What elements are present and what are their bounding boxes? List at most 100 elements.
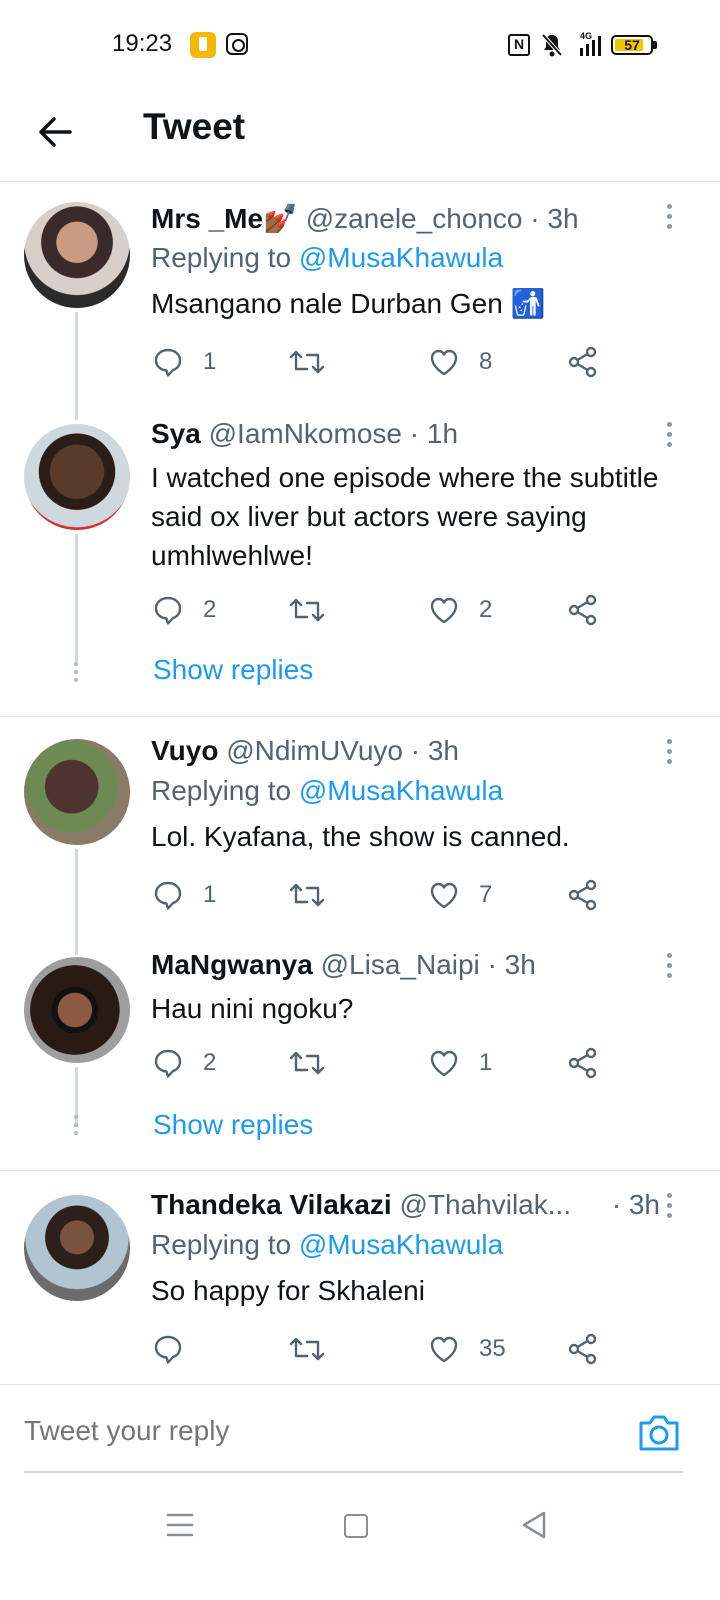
user-name[interactable]: Mrs _Me💅🏾 bbox=[151, 203, 298, 234]
tweet-time: · 3h bbox=[487, 949, 536, 980]
retweet-button[interactable] bbox=[288, 1043, 344, 1083]
like-button[interactable]: 8 bbox=[427, 342, 492, 382]
reply-composer bbox=[0, 1384, 720, 1474]
reply-button[interactable]: 2 bbox=[151, 1043, 216, 1083]
replying-to-mention[interactable]: @MusaKhawula bbox=[299, 775, 503, 806]
retweet-button[interactable] bbox=[288, 875, 344, 915]
share-icon bbox=[568, 594, 597, 626]
more-options-icon[interactable] bbox=[662, 422, 676, 452]
tweet-actions: 2 2 bbox=[151, 590, 611, 630]
avatar[interactable] bbox=[24, 202, 130, 308]
camera-icon[interactable] bbox=[637, 1413, 681, 1453]
like-button[interactable]: 2 bbox=[427, 590, 492, 630]
share-icon bbox=[568, 1047, 597, 1079]
nav-back-triangle-icon[interactable] bbox=[520, 1510, 548, 1540]
retweet-button[interactable] bbox=[288, 590, 344, 630]
tweet-text: So happy for Skhaleni bbox=[151, 1275, 425, 1306]
tweet-text: Lol. Kyafana, the show is canned. bbox=[151, 821, 570, 852]
more-options-icon[interactable] bbox=[662, 204, 676, 234]
tweet-text: I watched one episode where the subtitle… bbox=[151, 462, 659, 571]
reply-button[interactable] bbox=[151, 1329, 203, 1369]
heart-icon bbox=[430, 1336, 458, 1363]
user-handle[interactable]: @Lisa_Naipi bbox=[321, 949, 480, 980]
replying-to: Replying to @MusaKhawula bbox=[151, 1229, 690, 1271]
tweet-text: Hau nini ngoku? bbox=[151, 993, 354, 1024]
tweet-header: Vuyo @NdimUVuyo · 3h bbox=[151, 735, 690, 775]
share-button[interactable] bbox=[566, 875, 600, 915]
more-options-icon[interactable] bbox=[662, 1193, 676, 1223]
network-type: 4G bbox=[580, 31, 592, 41]
like-count: 35 bbox=[479, 1335, 506, 1362]
comment-icon bbox=[154, 1335, 182, 1364]
heart-icon bbox=[430, 597, 458, 624]
menu-icon[interactable] bbox=[166, 1512, 194, 1538]
share-button[interactable] bbox=[566, 1043, 600, 1083]
share-button[interactable] bbox=[566, 590, 600, 630]
show-replies-link[interactable]: Show replies bbox=[153, 1109, 313, 1141]
battery-tip bbox=[653, 41, 657, 49]
battery-icon: 57 bbox=[611, 35, 653, 55]
reply-input[interactable] bbox=[24, 1409, 584, 1453]
like-button[interactable]: 35 bbox=[427, 1329, 506, 1369]
flashlight-notification-icon bbox=[190, 32, 216, 58]
tweet[interactable]: Thandeka Vilakazi @Thahvilak... · 3h Rep… bbox=[0, 1171, 720, 1383]
instagram-notification-icon bbox=[226, 33, 248, 55]
comment-icon bbox=[154, 596, 182, 625]
user-name[interactable]: Thandeka Vilakazi bbox=[151, 1189, 392, 1220]
user-handle[interactable]: @NdimUVuyo bbox=[226, 735, 403, 766]
show-replies-link[interactable]: Show replies bbox=[153, 654, 313, 686]
like-button[interactable]: 1 bbox=[427, 1043, 492, 1083]
comment-icon bbox=[154, 348, 182, 377]
nfc-icon: N bbox=[508, 34, 530, 56]
avatar[interactable] bbox=[24, 739, 130, 845]
tweet-content: MaNgwanya @Lisa_Naipi · 3h Hau nini ngok… bbox=[151, 949, 690, 1028]
share-button[interactable] bbox=[566, 342, 600, 382]
app-header: Tweet bbox=[0, 92, 720, 182]
tweet-text: Msangano nale Durban Gen 🚮 bbox=[151, 288, 546, 319]
avatar[interactable] bbox=[24, 1195, 130, 1301]
like-button[interactable]: 7 bbox=[427, 875, 492, 915]
replying-to: Replying to @MusaKhawula bbox=[151, 242, 690, 284]
reply-count: 1 bbox=[203, 881, 217, 908]
replying-to: Replying to @MusaKhawula bbox=[151, 775, 690, 817]
like-count: 8 bbox=[479, 348, 493, 375]
user-handle[interactable]: @zanele_chonco bbox=[306, 203, 523, 234]
retweet-icon bbox=[289, 1051, 325, 1075]
home-square-icon[interactable] bbox=[344, 1514, 368, 1538]
replying-to-mention[interactable]: @MusaKhawula bbox=[299, 242, 503, 273]
tweet[interactable]: Mrs _Me💅🏾 @zanele_chonco · 3h Replying t… bbox=[0, 182, 720, 420]
retweet-icon bbox=[289, 1337, 325, 1361]
replying-to-mention[interactable]: @MusaKhawula bbox=[299, 1229, 503, 1260]
tweet[interactable]: Vuyo @NdimUVuyo · 3h Replying to @MusaKh… bbox=[0, 717, 720, 955]
user-name[interactable]: Vuyo bbox=[151, 735, 218, 766]
tweet-actions: 2 1 bbox=[151, 1043, 611, 1083]
user-handle[interactable]: @IamNkomose bbox=[209, 418, 402, 449]
comment-icon bbox=[154, 881, 182, 910]
retweet-button[interactable] bbox=[288, 1329, 344, 1369]
reply-count: 1 bbox=[203, 348, 217, 375]
reply-button[interactable]: 2 bbox=[151, 590, 216, 630]
user-name[interactable]: MaNgwanya bbox=[151, 949, 313, 980]
reply-button[interactable]: 1 bbox=[151, 342, 216, 382]
retweet-button[interactable] bbox=[288, 342, 344, 382]
user-handle[interactable]: @Thahvilak... bbox=[400, 1189, 572, 1220]
tweet-header: Sya @IamNkomose · 1h bbox=[151, 418, 690, 458]
more-options-icon[interactable] bbox=[662, 739, 676, 769]
replying-to-label: Replying to bbox=[151, 242, 292, 273]
user-name[interactable]: Sya bbox=[151, 418, 201, 449]
tweet-header: Mrs _Me💅🏾 @zanele_chonco · 3h bbox=[151, 202, 690, 242]
tweet[interactable]: MaNgwanya @Lisa_Naipi · 3h Hau nini ngok… bbox=[0, 939, 720, 1170]
like-count: 2 bbox=[479, 596, 493, 623]
share-icon bbox=[568, 879, 597, 911]
avatar[interactable] bbox=[24, 957, 130, 1063]
status-bar: 19:23 N 4G 57 bbox=[0, 0, 720, 92]
arrow-left-icon[interactable] bbox=[30, 106, 82, 158]
tweet[interactable]: Sya @IamNkomose · 1h I watched one episo… bbox=[0, 412, 720, 716]
reply-button[interactable]: 1 bbox=[151, 875, 216, 915]
more-options-icon[interactable] bbox=[662, 953, 676, 983]
avatar[interactable] bbox=[24, 424, 130, 530]
reply-count: 2 bbox=[203, 1049, 217, 1076]
mute-bell-icon bbox=[541, 33, 563, 57]
share-button[interactable] bbox=[566, 1329, 600, 1369]
tweet-time: · 3h bbox=[605, 1189, 660, 1221]
